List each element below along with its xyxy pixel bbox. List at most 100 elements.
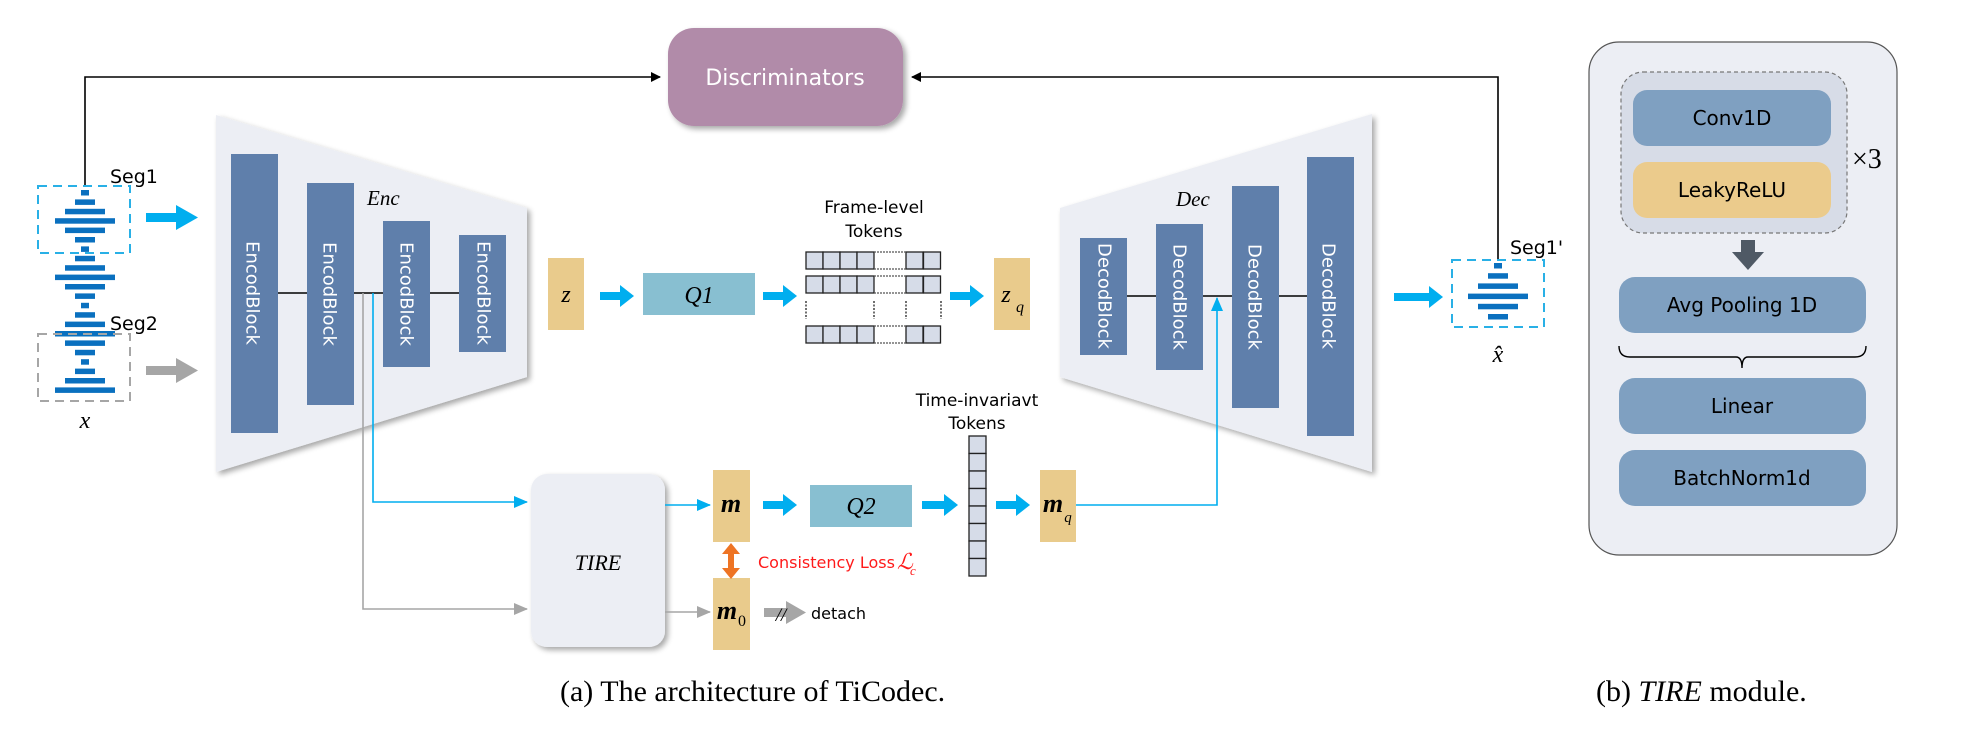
mq-label: m [1043, 489, 1063, 518]
tire-box: TIRE [531, 474, 665, 647]
m-label: m [721, 489, 741, 518]
z-latent: z [548, 258, 584, 330]
token-row [805, 251, 942, 270]
flow-arrow-head [783, 494, 797, 516]
token-cell [856, 325, 875, 344]
token-cell [968, 522, 987, 542]
token-cell [922, 251, 942, 270]
m0-subscript: 0 [738, 613, 746, 630]
batchnorm-label: BatchNorm1d [1673, 466, 1810, 490]
token-cell [805, 325, 824, 344]
time-invariant-token-column [968, 435, 987, 577]
waveform-bar [65, 208, 105, 215]
waveform-bar [75, 293, 95, 299]
flow-arrow [996, 494, 1030, 516]
token-cell [968, 557, 987, 577]
discriminators-box: Discriminators [668, 28, 903, 126]
waveform-bar [65, 378, 105, 384]
encoder-block: EncodBlock [231, 154, 278, 433]
avg-pooling-label: Avg Pooling 1D [1667, 293, 1817, 317]
decoder: Dec DecodBlock DecodBlock DecodBlock Dec… [1060, 114, 1372, 472]
encoder-block: EncodBlock [307, 183, 354, 405]
q2-label: Q2 [846, 494, 875, 520]
flow-arrow [763, 494, 797, 516]
token-cell [905, 275, 924, 294]
zq-subscript: q [1016, 299, 1024, 316]
caption-a: (a) The architecture of TiCodec. [560, 675, 945, 708]
token-row [805, 275, 942, 294]
encoder: Enc EncodBlock EncodBlock EncodBlock Enc… [216, 115, 527, 472]
conv1d-layer: Conv1D [1633, 90, 1831, 146]
waveform-bar [1468, 293, 1528, 300]
token-cell [968, 452, 987, 472]
decoder-block: DecodBlock [1307, 157, 1354, 436]
flow-arrow-head [1429, 286, 1443, 308]
token-cell [905, 251, 924, 270]
decoder-block-label: DecodBlock [1318, 243, 1339, 350]
waveform-bar [75, 255, 95, 262]
ticodec-diagram: Discriminators Seg1 Seg2 x Enc EncodBloc… [37, 28, 1898, 708]
consistency-loss-label: Consistency Loss [758, 553, 895, 572]
encoder-block-label: EncodBlock [396, 242, 417, 346]
waveform-bar [81, 190, 89, 196]
seg1-input-arrow [146, 205, 198, 230]
x-label: x [79, 408, 91, 434]
waveform-bar [65, 227, 105, 234]
waveform-bar [1494, 263, 1502, 269]
flow-arrow-shaft [922, 501, 944, 509]
time-tokens-title-line1: Time-invariavt [915, 391, 1039, 411]
token-cell [822, 251, 841, 270]
waveform-bar [1478, 283, 1518, 289]
batchnorm-layer: BatchNorm1d [1619, 450, 1866, 506]
encoder-title: Enc [366, 186, 400, 210]
xhat-label: x̂ [1492, 342, 1504, 368]
waveform-bar [1478, 303, 1518, 310]
token-cell [968, 435, 987, 455]
waveform-bar [55, 218, 115, 224]
token-cell [968, 540, 987, 560]
m-latent: m [713, 470, 750, 542]
discriminators-label: Discriminators [705, 66, 864, 91]
waveform-bar [55, 387, 115, 393]
seg2-label: Seg2 [110, 313, 158, 335]
m0-label: m [717, 596, 737, 625]
q2-quantizer: Q2 [810, 485, 912, 527]
token-cell [968, 487, 987, 507]
waveform-bar [81, 359, 89, 365]
waveform-bar [65, 284, 105, 290]
decoder-title: Dec [1175, 187, 1210, 211]
tire-module-panel: Conv1D LeakyReLU ×3 Avg Pooling 1D Linea… [1588, 41, 1898, 556]
waveform-bar [75, 237, 95, 243]
token-cell [922, 275, 942, 294]
token-row [805, 325, 942, 344]
flow-arrow-shaft [763, 292, 783, 300]
token-cell [839, 251, 858, 270]
waveform-bar [65, 265, 105, 271]
token-cell [905, 325, 924, 344]
z-label: z [560, 282, 571, 308]
m0-latent: m 0 [713, 578, 750, 650]
waveform-bar [75, 368, 95, 375]
zq-label: z [1000, 282, 1011, 308]
detach-label: detach [811, 604, 866, 623]
waveform-bar [81, 246, 89, 252]
q1-label: Q1 [684, 283, 713, 309]
seg2-input-arrow [146, 358, 198, 383]
flow-arrow [950, 285, 984, 307]
flow-arrow-head [970, 285, 984, 307]
tire-label: TIRE [575, 550, 622, 575]
time-tokens-title-line2: Tokens [947, 414, 1005, 434]
encoder-block-label: EncodBlock [319, 242, 340, 346]
token-cell [968, 470, 987, 490]
frame-tokens-title-line2: Tokens [844, 222, 902, 242]
waveform-bar [55, 274, 115, 281]
zq-latent: z q [994, 258, 1030, 330]
consistency-loss-arrow [722, 543, 740, 579]
waveform-bar [65, 321, 105, 328]
seg1p-label: Seg1' [1510, 237, 1563, 259]
input-waveform [55, 190, 115, 393]
caption-b-italic: TIRE [1638, 675, 1701, 708]
frame-tokens-title-line1: Frame-level [824, 198, 924, 218]
token-cell [822, 325, 841, 344]
token-cell [968, 505, 987, 525]
